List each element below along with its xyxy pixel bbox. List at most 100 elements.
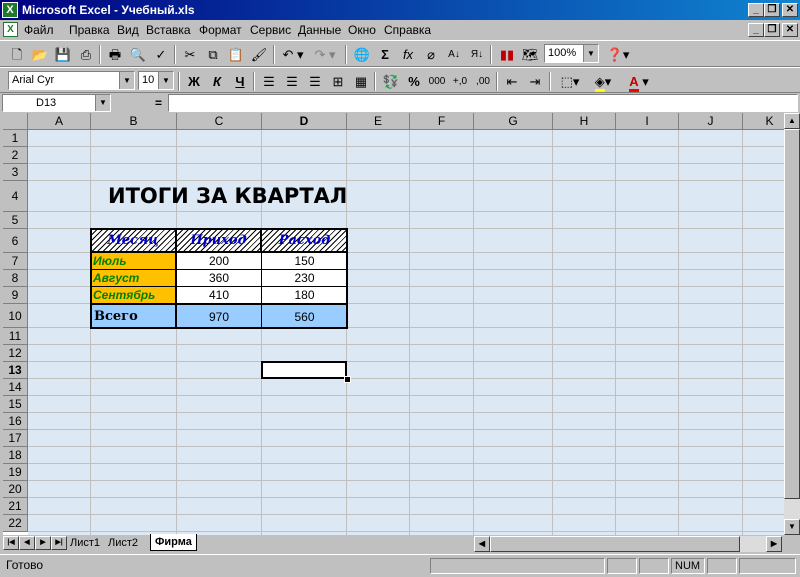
scroll-up-icon[interactable]: ▲ [784, 113, 800, 129]
row-header[interactable]: 11 [3, 328, 28, 345]
help-icon[interactable]: ❓▾ [603, 44, 633, 65]
zoom-combo[interactable]: 100% ▼ [544, 44, 599, 63]
scroll-right-icon[interactable]: ▶ [766, 536, 782, 552]
redo-icon[interactable]: ↷ ▾ [310, 44, 340, 65]
menu-window[interactable]: Окно [348, 23, 376, 37]
format-painter-icon[interactable]: 🖌 [248, 44, 270, 65]
column-header[interactable]: J [679, 113, 743, 130]
last-sheet-icon[interactable]: ▶| [51, 536, 67, 550]
fill-color-icon[interactable]: ◈▾ [588, 71, 618, 92]
vertical-scrollbar[interactable]: ▲ ▼ [784, 113, 800, 535]
merge-center-icon[interactable]: ⊞ [327, 71, 349, 92]
row-header[interactable]: 8 [3, 270, 28, 287]
sheet-tab-list1[interactable]: Лист1 [70, 535, 100, 551]
month-cell[interactable]: Июль [91, 253, 177, 270]
column-header[interactable]: H [553, 113, 616, 130]
align-center-icon[interactable]: ☰ [281, 71, 303, 92]
menu-help[interactable]: Справка [384, 23, 431, 37]
chart-wizard-icon[interactable]: ▮▮ [496, 44, 518, 65]
active-cell[interactable] [261, 361, 347, 379]
month-cell[interactable]: Сентябрь [91, 287, 177, 304]
horizontal-scrollbar[interactable]: ◀ ▶ [474, 536, 782, 552]
copy-icon[interactable]: ⧉ [202, 44, 224, 65]
name-box[interactable]: D13 ▼ [2, 94, 111, 112]
table-icon[interactable]: ▦ [350, 71, 372, 92]
chevron-down-icon[interactable]: ▼ [95, 95, 110, 111]
select-all-corner[interactable] [3, 113, 28, 130]
font-combo[interactable]: Arial Cyr ▼ [8, 71, 135, 90]
menu-tools[interactable]: Сервис [250, 23, 291, 37]
spelling-icon[interactable]: ✓ [150, 44, 172, 65]
menu-insert[interactable]: Вставка [146, 23, 191, 37]
currency-icon[interactable]: 💱 [380, 71, 402, 92]
sheet-title[interactable]: ИТОГИ ЗА КВАРТАЛ [91, 181, 347, 212]
doc-close-button[interactable]: ✕ [782, 23, 798, 37]
row-header[interactable]: 9 [3, 287, 28, 304]
row-header[interactable]: 19 [3, 464, 28, 481]
row-header[interactable]: 22 [3, 515, 28, 532]
column-header[interactable]: D [262, 113, 347, 130]
column-header[interactable]: F [410, 113, 474, 130]
save-icon[interactable]: 💾 [52, 44, 74, 65]
close-button[interactable]: ✕ [782, 3, 798, 17]
menu-file[interactable]: Файл [24, 23, 54, 37]
increase-decimal-button[interactable]: +,0 [449, 71, 471, 92]
underline-button[interactable]: Ч [229, 71, 251, 92]
column-header[interactable]: K [743, 113, 784, 130]
hyperlink-icon[interactable]: 🌐 [351, 44, 373, 65]
excel-app-icon[interactable]: X [2, 2, 18, 18]
prev-sheet-icon[interactable]: ◀ [19, 536, 35, 550]
row-header[interactable]: 18 [3, 447, 28, 464]
expense-cell[interactable]: 230 [262, 270, 347, 287]
column-header[interactable]: E [347, 113, 410, 130]
paste-icon[interactable]: 📋 [225, 44, 247, 65]
chevron-down-icon[interactable]: ▼ [158, 72, 173, 89]
row-header[interactable]: 16 [3, 413, 28, 430]
font-size-combo[interactable]: 10 ▼ [138, 71, 174, 90]
menu-view[interactable]: Вид [117, 23, 139, 37]
align-left-icon[interactable]: ☰ [258, 71, 280, 92]
doc-minimize-button[interactable]: _ [748, 23, 764, 37]
autosum-icon[interactable]: Σ [374, 44, 396, 65]
print-icon[interactable]: 🖶 [104, 44, 126, 65]
row-header[interactable]: 6 [3, 229, 28, 253]
undo-icon[interactable]: ↶ ▾ [278, 44, 308, 65]
decrease-decimal-button[interactable]: ,00 [472, 71, 494, 92]
expense-cell[interactable]: 180 [262, 287, 347, 304]
new-icon[interactable]: 🗋 [6, 44, 28, 65]
table-header-cell[interactable]: Месяц [91, 229, 177, 253]
italic-button[interactable]: К [206, 71, 228, 92]
font-color-icon[interactable]: A ▾ [621, 71, 657, 92]
sort-asc-icon[interactable]: A↓ [443, 44, 465, 65]
income-cell[interactable]: 410 [177, 287, 262, 304]
table-header-cell[interactable]: Приход [177, 229, 262, 253]
chevron-down-icon[interactable]: ▼ [583, 45, 598, 62]
bold-button[interactable]: Ж [183, 71, 205, 92]
column-header[interactable]: B [91, 113, 177, 130]
row-header[interactable]: 21 [3, 498, 28, 515]
column-header[interactable]: C [177, 113, 262, 130]
align-right-icon[interactable]: ☰ [304, 71, 326, 92]
clear-icon[interactable]: ⌀ [420, 44, 442, 65]
row-header[interactable]: 1 [3, 130, 28, 147]
scroll-down-icon[interactable]: ▼ [784, 519, 800, 535]
row-header[interactable]: 20 [3, 481, 28, 498]
menu-format[interactable]: Формат [199, 23, 242, 37]
chevron-down-icon[interactable]: ▼ [119, 72, 134, 89]
permission-icon[interactable]: ⎙ [75, 44, 97, 65]
expense-cell[interactable]: 150 [262, 253, 347, 270]
menu-edit[interactable]: Правка [69, 23, 110, 37]
month-cell[interactable]: Август [91, 270, 177, 287]
percent-button[interactable]: % [403, 71, 425, 92]
menu-data[interactable]: Данные [298, 23, 341, 37]
column-header[interactable]: A [28, 113, 91, 130]
row-header[interactable]: 10 [3, 304, 28, 328]
decrease-indent-icon[interactable]: ⇤ [501, 71, 523, 92]
map-icon[interactable]: 🗺 [519, 44, 541, 65]
first-sheet-icon[interactable]: |◀ [3, 536, 19, 550]
h-scroll-thumb[interactable] [490, 536, 740, 552]
restore-button[interactable]: ❐ [764, 3, 780, 17]
total-expense-cell[interactable]: 560 [262, 304, 347, 328]
scroll-thumb[interactable] [784, 129, 800, 499]
total-income-cell[interactable]: 970 [177, 304, 262, 328]
